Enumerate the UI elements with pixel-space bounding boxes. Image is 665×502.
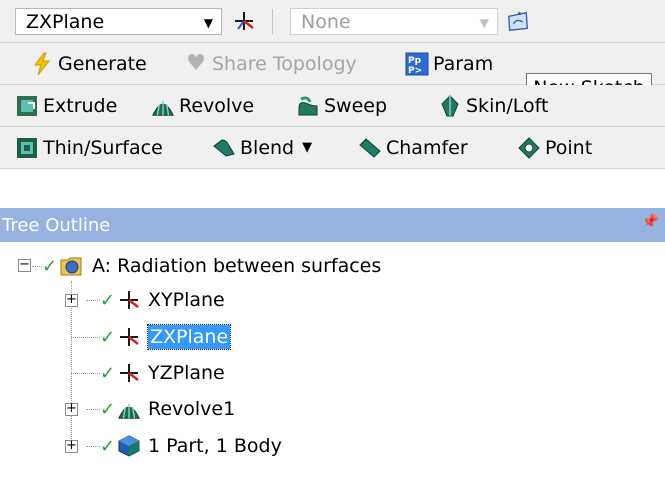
point-button[interactable]: Point: [517, 127, 592, 168]
tree-outline-header: Tree Outline 📌: [0, 208, 665, 242]
plane-toolbar: ZXPlane ▼ None ▼ *: [0, 0, 665, 43]
look-at-button[interactable]: [232, 0, 256, 42]
new-sketch-icon: *: [506, 9, 530, 33]
tree-item-label: ZXPlane: [146, 324, 232, 350]
check-icon: ✓: [100, 326, 116, 348]
sketch-select-value: None: [301, 10, 351, 33]
expand-toggle[interactable]: +: [65, 439, 78, 453]
tree-connector: [86, 300, 100, 301]
check-icon: ✓: [100, 362, 116, 384]
tree-item-zxplane[interactable]: ✓ ZXPlane: [100, 322, 232, 352]
plane-axes-icon: [117, 288, 141, 312]
chamfer-label: Chamfer: [386, 136, 468, 159]
extrude-icon: [15, 94, 39, 118]
lightning-icon: [30, 52, 54, 76]
tree-connector: [86, 409, 100, 410]
chevron-down-icon: ▼: [203, 16, 213, 30]
share-topology-label: Share Topology: [212, 52, 357, 75]
thin-surface-icon: [15, 136, 39, 160]
sketch-select[interactable]: None ▼: [290, 8, 498, 35]
tree-item-label: Revolve1: [148, 398, 236, 420]
revolve-label: Revolve: [179, 94, 255, 117]
plane-axes-icon: [117, 361, 141, 385]
svg-text:*: *: [517, 9, 521, 19]
plane-axes-icon: [117, 325, 141, 349]
skin-loft-icon: [438, 94, 462, 118]
tree-item-label: 1 Part, 1 Body: [148, 435, 282, 457]
tree-root-label: A: Radiation between surfaces: [92, 255, 382, 277]
tree-connector: [86, 446, 100, 447]
tree-root-item[interactable]: ✓ A: Radiation between surfaces: [42, 251, 381, 281]
revolve-icon: [151, 94, 175, 118]
extrude-label: Extrude: [43, 94, 118, 117]
check-icon: ✓: [100, 289, 116, 311]
sweep-icon: [296, 94, 320, 118]
tree-item-xyplane[interactable]: ✓ XYPlane: [100, 285, 225, 315]
check-icon: ✓: [42, 255, 58, 277]
sweep-label: Sweep: [324, 94, 388, 117]
check-icon: ✓: [100, 435, 116, 457]
point-icon: [517, 136, 541, 160]
skin-loft-label: Skin/Loft: [466, 94, 549, 117]
blend-button[interactable]: Blend ▼: [212, 127, 312, 168]
revolve-icon: [117, 397, 141, 421]
chamfer-icon: [358, 136, 382, 160]
pin-icon[interactable]: 📌: [642, 214, 659, 230]
chamfer-button[interactable]: Chamfer: [358, 127, 468, 168]
tree-item-label: XYPlane: [148, 289, 225, 311]
point-label: Point: [545, 136, 593, 159]
features-toolbar: Extrude Revolve Sweep Skin/Loft: [0, 85, 665, 127]
extrude-button[interactable]: Extrude: [15, 85, 117, 126]
collapse-toggle[interactable]: −: [18, 258, 31, 272]
thin-surface-label: Thin/Surface: [43, 136, 163, 159]
svg-text:P>: P>: [408, 66, 422, 76]
heart-icon: ♥: [186, 51, 206, 76]
tree-connector: [32, 266, 42, 267]
tree-outline-title: Tree Outline: [2, 214, 111, 236]
modifiers-toolbar: Thin/Surface Blend ▼ Chamfer Point: [0, 127, 665, 169]
thin-surface-button[interactable]: Thin/Surface: [15, 127, 163, 168]
expand-toggle[interactable]: +: [65, 293, 78, 307]
parameters-button[interactable]: Pp P> Param: [405, 43, 493, 84]
parameters-icon: Pp P>: [405, 52, 429, 76]
blend-label: Blend: [240, 136, 295, 159]
model-icon: [59, 254, 83, 278]
share-topology-button[interactable]: ♥ Share Topology: [184, 43, 357, 84]
skin-loft-button[interactable]: Skin/Loft: [438, 85, 548, 126]
blend-icon: [212, 136, 236, 160]
parameters-label: Param: [433, 52, 494, 75]
tree-connector: [71, 337, 100, 338]
chevron-down-icon: ▼: [479, 16, 489, 30]
tree-item-yzplane[interactable]: ✓ YZPlane: [100, 358, 225, 388]
chevron-down-icon[interactable]: ▼: [298, 140, 312, 155]
revolve-button[interactable]: Revolve: [151, 85, 254, 126]
generate-button[interactable]: Generate: [30, 43, 147, 84]
plane-select-value: ZXPlane: [26, 10, 105, 33]
tree-item-label: YZPlane: [148, 362, 225, 384]
tree-connector: [71, 373, 100, 374]
toolbar-separator: [272, 9, 273, 34]
axes-icon: [232, 9, 256, 33]
new-sketch-button[interactable]: *: [506, 0, 530, 42]
plane-select[interactable]: ZXPlane ▼: [15, 8, 222, 35]
tree-item-revolve1[interactable]: ✓ Revolve1: [100, 394, 235, 424]
sweep-button[interactable]: Sweep: [296, 85, 387, 126]
svg-text:Pp: Pp: [408, 56, 422, 66]
expand-toggle[interactable]: +: [65, 402, 78, 416]
part-body-icon: [117, 434, 141, 458]
check-icon: ✓: [100, 398, 116, 420]
tree-item-part-body[interactable]: ✓ 1 Part, 1 Body: [100, 431, 282, 461]
generate-label: Generate: [58, 52, 147, 75]
